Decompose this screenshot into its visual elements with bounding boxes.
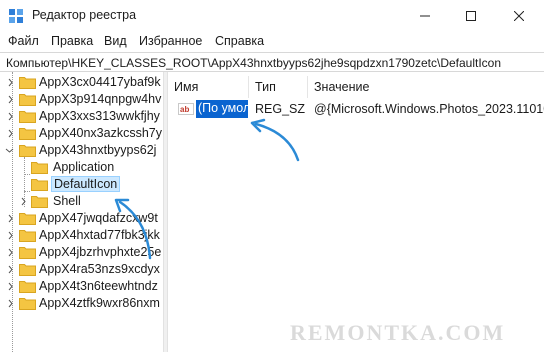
menu-favorites[interactable]: Избранное [139, 34, 202, 48]
tree-item[interactable]: AppX3xxs313wwkfjhy [0, 108, 163, 125]
menu-edit[interactable]: Правка [51, 34, 93, 48]
tree-item-label: AppX3xxs313wwkfjhy [39, 109, 160, 123]
column-header-value[interactable]: Значение [308, 76, 544, 98]
tree-item-label: AppX40nx3azkcssh7y [39, 126, 162, 140]
tree-item-label: DefaultIcon [51, 176, 121, 192]
tree-item[interactable]: AppX3p914qnpgw4hv [0, 91, 163, 108]
address-path[interactable]: Компьютер\HKEY_CLASSES_ROOT\AppX43hnxtby… [6, 56, 501, 70]
window-title: Редактор реестра [32, 8, 137, 22]
column-header-type[interactable]: Тип [249, 76, 308, 98]
folder-icon [19, 281, 36, 293]
table-row[interactable]: ab (По умолчанию) REG_SZ @{Microsoft.Win… [168, 100, 544, 118]
value-type-cell: REG_SZ [255, 102, 306, 116]
registry-tree[interactable]: AppX3cx04417ybaf9k AppX3p914qnpgw4hv App… [0, 72, 163, 352]
registry-editor-icon [9, 9, 23, 23]
tree-item-label: AppX4ra53nzs9xcdyx [39, 262, 160, 276]
values-list[interactable]: Имя Тип Значение ab (По умолчанию) REG_S… [168, 72, 544, 352]
maximize-button[interactable] [448, 0, 494, 32]
folder-icon [19, 77, 36, 89]
folder-icon [31, 162, 48, 174]
minimize-icon [420, 15, 430, 17]
menu-help[interactable]: Справка [215, 34, 264, 48]
maximize-icon [466, 11, 476, 21]
string-value-icon: ab [178, 103, 194, 115]
chevron-right-icon[interactable] [6, 265, 15, 274]
folder-open-icon [31, 179, 48, 191]
tree-item-label: Shell [53, 194, 81, 208]
folder-icon [19, 230, 36, 242]
annotation-arrow-icon [250, 118, 300, 162]
watermark: REMONTKA.COM [290, 320, 506, 345]
folder-icon [19, 213, 36, 225]
tree-item-label: AppX4ztfk9wxr86nxm [39, 296, 160, 310]
menu-view[interactable]: Вид [104, 34, 127, 48]
svg-text:ab: ab [180, 105, 189, 114]
tree-item-label: AppX43hnxtbyyps62j [39, 143, 157, 157]
tree-item[interactable]: AppX40nx3azkcssh7y [0, 125, 163, 142]
chevron-right-icon[interactable] [19, 197, 28, 206]
tree-item[interactable]: AppX4t3n6teewhtndz [0, 278, 163, 295]
tree-item-label: Application [53, 160, 115, 174]
column-header-name[interactable]: Имя [168, 76, 249, 98]
tree-item-label: AppX3p914qnpgw4hv [39, 92, 162, 106]
chevron-right-icon[interactable] [6, 95, 15, 104]
menu-file[interactable]: Файл [8, 34, 39, 48]
minimize-button[interactable] [402, 0, 448, 32]
chevron-right-icon[interactable] [6, 282, 15, 291]
tree-item[interactable]: AppX4ztfk9wxr86nxm [0, 295, 163, 312]
close-button[interactable] [494, 0, 544, 32]
chevron-right-icon[interactable] [6, 248, 15, 257]
list-header: Имя Тип Значение [168, 76, 544, 98]
chevron-right-icon[interactable] [6, 129, 15, 138]
value-data-cell: @{Microsoft.Windows.Photos_2023.11010. [314, 102, 544, 116]
folder-icon [19, 298, 36, 310]
chevron-down-icon[interactable] [5, 146, 14, 155]
tree-item-label: AppX3cx04417ybaf9k [39, 75, 161, 89]
chevron-right-icon[interactable] [6, 214, 15, 223]
annotation-arrow-icon [114, 198, 152, 260]
tree-item[interactable]: AppX43hnxtbyyps62j [0, 142, 163, 159]
tree-item-selected[interactable]: DefaultIcon [0, 176, 163, 193]
folder-icon [19, 111, 36, 123]
folder-icon [19, 94, 36, 106]
tree-item[interactable]: AppX4ra53nzs9xcdyx [0, 261, 163, 278]
folder-icon [19, 128, 36, 140]
folder-icon [19, 247, 36, 259]
close-icon [514, 11, 524, 21]
folder-icon [31, 196, 48, 208]
tree-item-label: AppX4t3n6teewhtndz [39, 279, 158, 293]
folder-open-icon [19, 145, 36, 157]
chevron-right-icon[interactable] [6, 231, 15, 240]
tree-item[interactable]: Application [0, 159, 163, 176]
title-bar: Редактор реестра [0, 0, 544, 32]
menu-bar: Файл Правка Вид Избранное Справка [0, 32, 544, 52]
chevron-right-icon[interactable] [6, 78, 15, 87]
address-bar[interactable]: Компьютер\HKEY_CLASSES_ROOT\AppX43hnxtby… [0, 52, 544, 72]
tree-item[interactable]: AppX3cx04417ybaf9k [0, 74, 163, 91]
chevron-right-icon[interactable] [6, 112, 15, 121]
chevron-right-icon[interactable] [6, 299, 15, 308]
folder-icon [19, 264, 36, 276]
value-name-cell[interactable]: (По умолчанию) [196, 100, 248, 118]
